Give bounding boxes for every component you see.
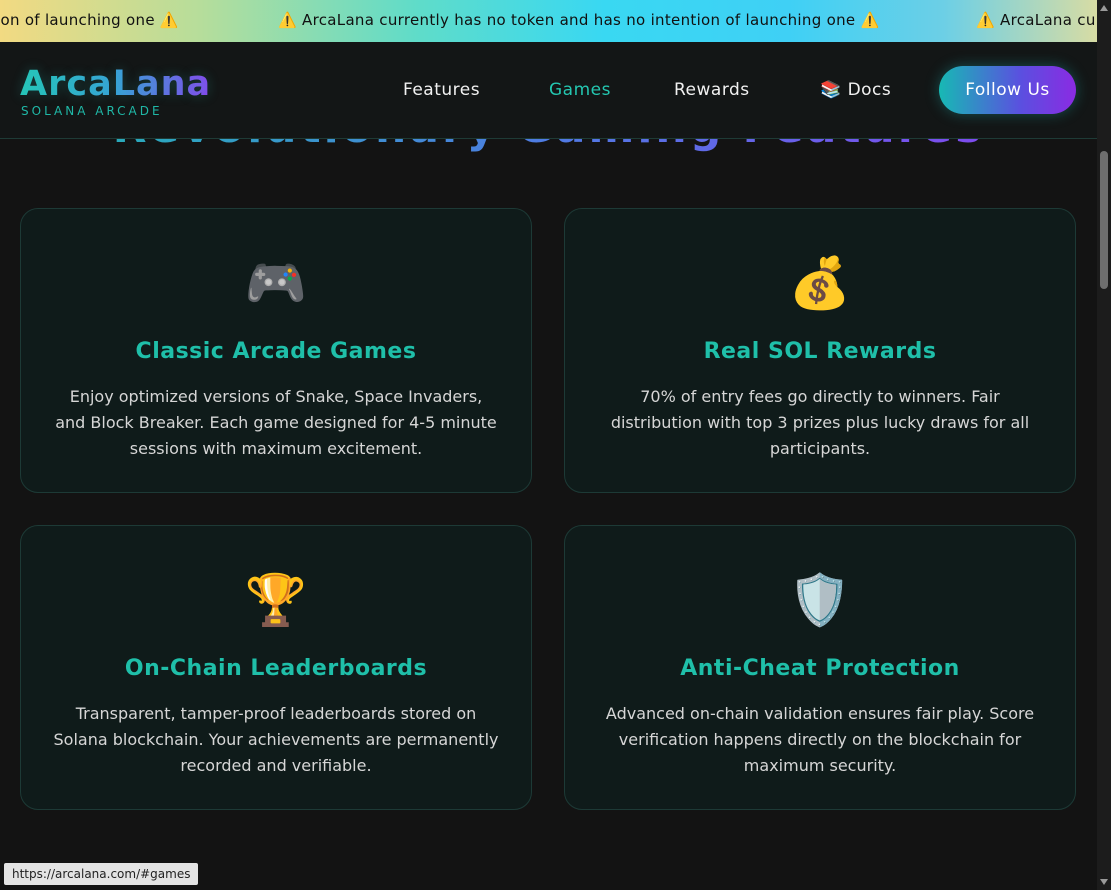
scroll-down-arrow-icon[interactable] [1100, 879, 1108, 885]
page-scrollbar[interactable] [1097, 0, 1111, 890]
nav-docs[interactable]: 📚 Docs [820, 80, 891, 100]
nav-features[interactable]: Features [403, 80, 480, 100]
shield-icon: 🛡️ [788, 571, 852, 629]
card-title: Anti-Cheat Protection [680, 656, 960, 681]
follow-us-button[interactable]: Follow Us [939, 66, 1076, 114]
feature-card: 💰 Real SOL Rewards 70% of entry fees go … [564, 208, 1076, 493]
ticker-message: ⚠️ ArcaLana currently has no token and h… [278, 11, 880, 29]
card-description: 70% of entry fees go directly to winners… [610, 387, 1030, 458]
feature-card: 🏆 On-Chain Leaderboards Transparent, tam… [20, 525, 532, 810]
nav-rewards[interactable]: Rewards [674, 80, 750, 100]
logo-subtitle: SOLANA ARCADE [21, 104, 163, 118]
money-bag-icon: 💰 [788, 254, 852, 312]
gamepad-icon: 🎮 [244, 254, 308, 312]
feature-card: 🛡️ Anti-Cheat Protection Advanced on-cha… [564, 525, 1076, 810]
ticker-tail: ⚠️ ArcaLana cu [976, 11, 1096, 29]
ticker-fragment: ion of launching one ⚠️ [0, 11, 179, 29]
card-description: Advanced on-chain validation ensures fai… [605, 704, 1035, 775]
scroll-up-arrow-icon[interactable] [1100, 5, 1108, 11]
card-title: On-Chain Leaderboards [124, 656, 428, 681]
scroll-thumb[interactable] [1100, 151, 1108, 289]
card-description: Enjoy optimized versions of Snake, Space… [55, 387, 497, 458]
status-url: https://arcalana.com/#games [4, 863, 199, 885]
feature-card: 🎮 Classic Arcade Games Enjoy optimized v… [20, 208, 532, 493]
nav-games[interactable]: Games [549, 80, 611, 100]
card-title: Real SOL Rewards [703, 339, 937, 364]
card-description: Transparent, tamper-proof leaderboards s… [53, 704, 499, 775]
site-header: ArcaLana SOLANA ARCADE Features Games Re… [0, 42, 1097, 139]
logo[interactable]: ArcaLana [20, 64, 211, 104]
trophy-icon: 🏆 [244, 571, 308, 629]
card-title: Classic Arcade Games [135, 339, 417, 364]
announcement-ticker: ion of launching one ⚠️ ⚠️ ArcaLana curr… [0, 0, 1097, 42]
